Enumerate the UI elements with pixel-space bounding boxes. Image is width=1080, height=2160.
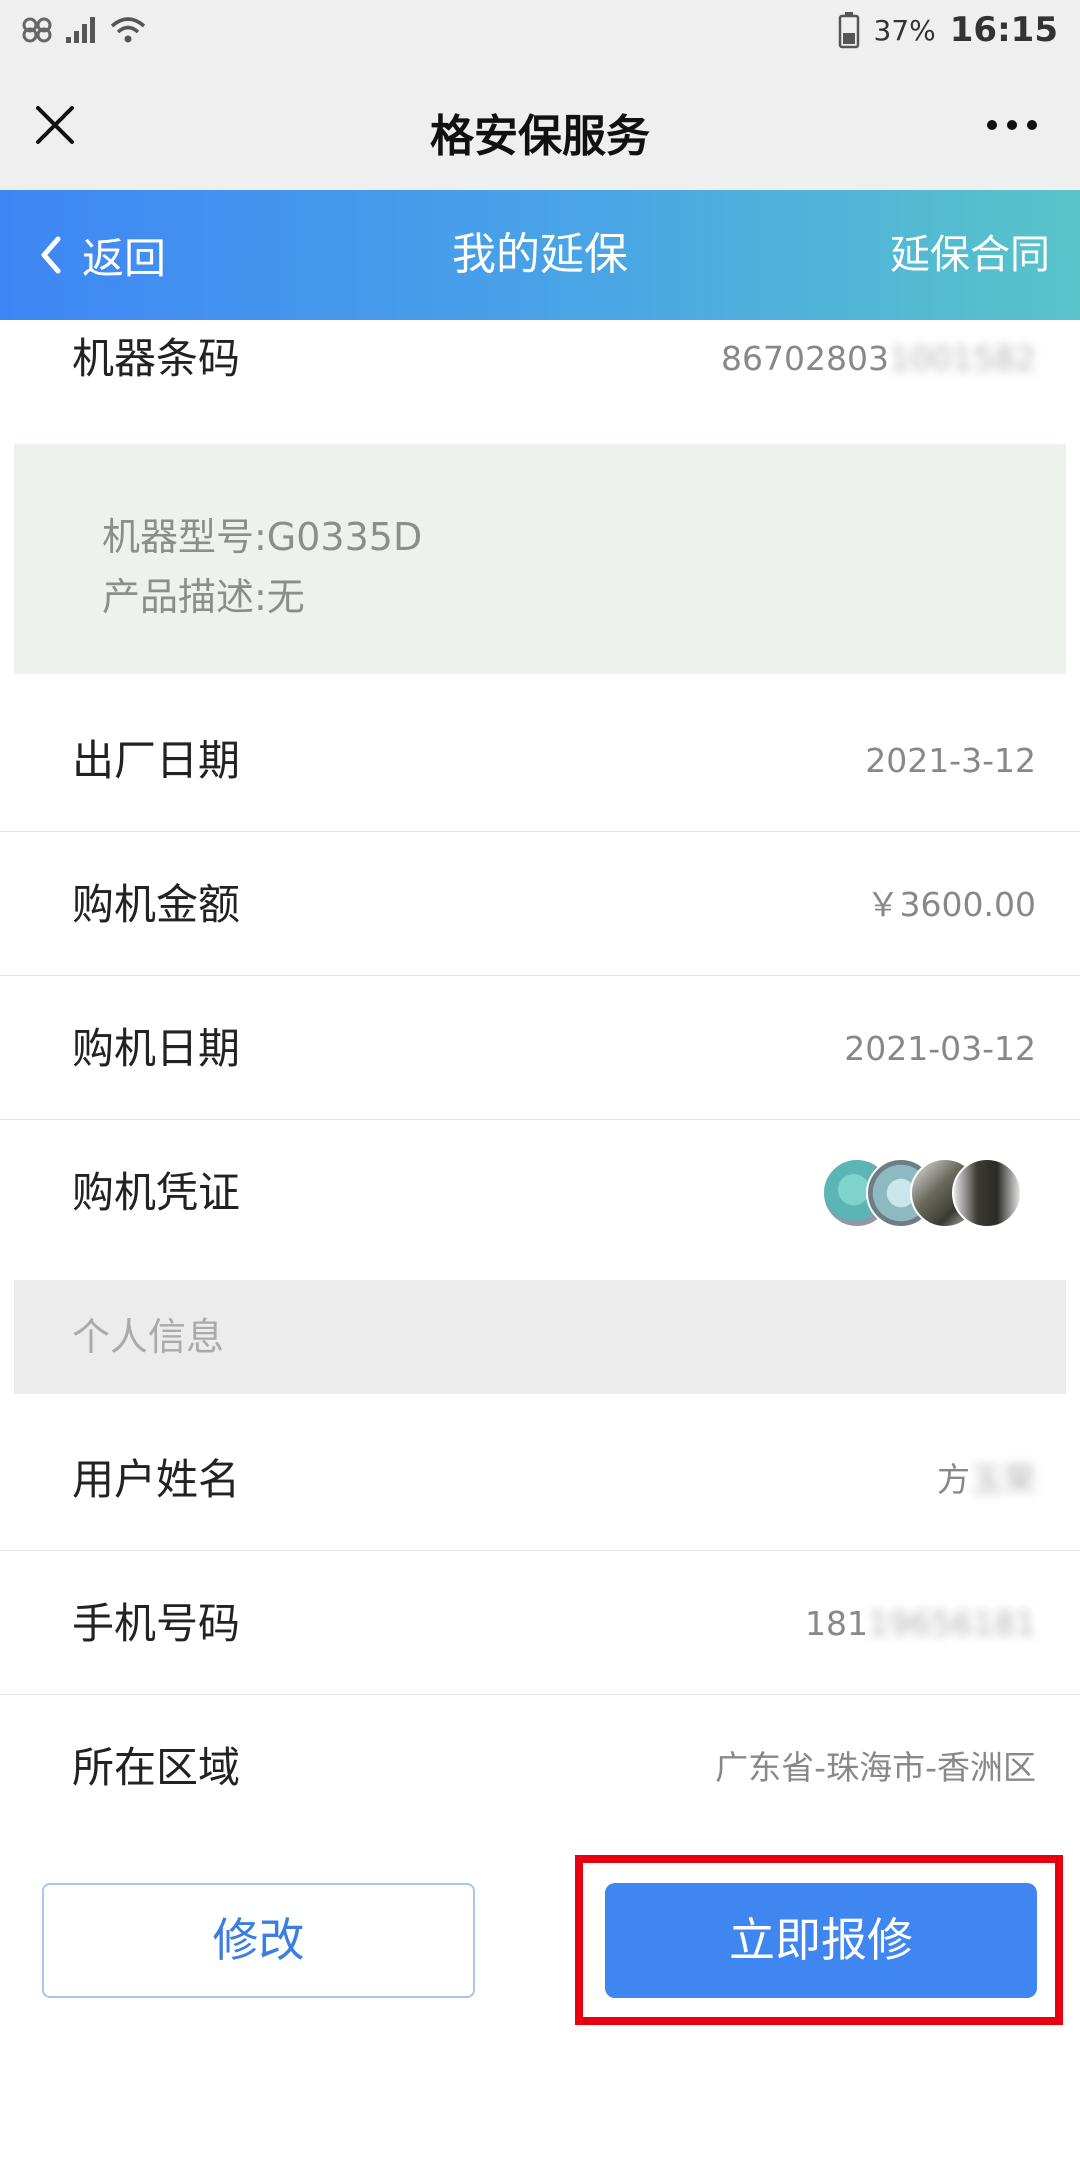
- title-bar: 格安保服务: [0, 62, 1080, 190]
- phone-label: 手机号码: [72, 1599, 241, 1648]
- barcode-row: 机器条码 867028031001582: [0, 320, 1080, 444]
- nav-bar: 返回 我的延保 延保合同: [0, 190, 1080, 320]
- more-icon[interactable]: [984, 112, 1040, 138]
- carrier-logo-icon: [22, 17, 52, 43]
- signal-icon: [66, 17, 95, 43]
- barcode-value-visible: 86702803: [721, 339, 890, 378]
- name-row: 用户姓名 方玉荣: [0, 1408, 1080, 1551]
- price-row: 购机金额 ￥3600.00: [0, 833, 1080, 976]
- phone-blurred: 19656181: [868, 1604, 1036, 1643]
- price-label: 购机金额: [72, 880, 241, 929]
- purchase-date-value: 2021-03-12: [844, 1029, 1036, 1068]
- clock: 16:15: [949, 10, 1058, 50]
- region-label: 所在区域: [72, 1743, 241, 1792]
- personal-info-section-header: 个人信息: [14, 1280, 1066, 1394]
- phone-visible: 181: [805, 1604, 869, 1643]
- phone-value: 18119656181: [805, 1552, 1036, 1695]
- name-visible: 方: [937, 1460, 970, 1499]
- name-value: 方玉荣: [937, 1408, 1036, 1551]
- voucher-label: 购机凭证: [72, 1168, 241, 1217]
- battery-icon: [838, 12, 859, 49]
- product-info-box: 机器型号:G0335D 产品描述:无: [14, 444, 1066, 674]
- voucher-thumbnails[interactable]: [822, 1158, 1022, 1228]
- region-value: 广东省-珠海市-香洲区: [715, 1748, 1036, 1787]
- description-line: 产品描述:无: [102, 575, 305, 619]
- name-label: 用户姓名: [72, 1455, 241, 1504]
- edit-button[interactable]: 修改: [42, 1883, 475, 1998]
- voucher-thumbnail[interactable]: [952, 1158, 1022, 1228]
- page-title: 格安保服务: [430, 111, 650, 162]
- barcode-value-blurred: 1001582: [889, 339, 1036, 378]
- close-icon[interactable]: [30, 100, 80, 150]
- status-right: 37% 16:15: [838, 8, 1058, 52]
- name-blurred: 玉荣: [970, 1460, 1036, 1499]
- model-line: 机器型号:G0335D: [102, 515, 423, 559]
- purchase-date-label: 购机日期: [72, 1024, 241, 1073]
- factory-date-label: 出厂日期: [72, 736, 241, 785]
- region-row: 所在区域 广东省-珠海市-香洲区: [0, 1696, 1080, 1839]
- phone-row: 手机号码 18119656181: [0, 1552, 1080, 1695]
- purchase-date-row: 购机日期 2021-03-12: [0, 977, 1080, 1120]
- status-bar: 37% 16:15: [0, 0, 1080, 62]
- section-title: 个人信息: [72, 1315, 225, 1359]
- status-left: [20, 10, 148, 50]
- price-value: ￥3600.00: [866, 885, 1036, 924]
- battery-percent: 37%: [873, 13, 936, 47]
- barcode-label: 机器条码: [72, 334, 241, 383]
- factory-date-row: 出厂日期 2021-3-12: [0, 689, 1080, 832]
- highlight-box: [575, 1855, 1063, 2025]
- barcode-value: 867028031001582: [721, 320, 1036, 398]
- contract-link[interactable]: 延保合同: [890, 190, 1050, 320]
- wifi-icon: [110, 17, 146, 43]
- factory-date-value: 2021-3-12: [865, 741, 1036, 780]
